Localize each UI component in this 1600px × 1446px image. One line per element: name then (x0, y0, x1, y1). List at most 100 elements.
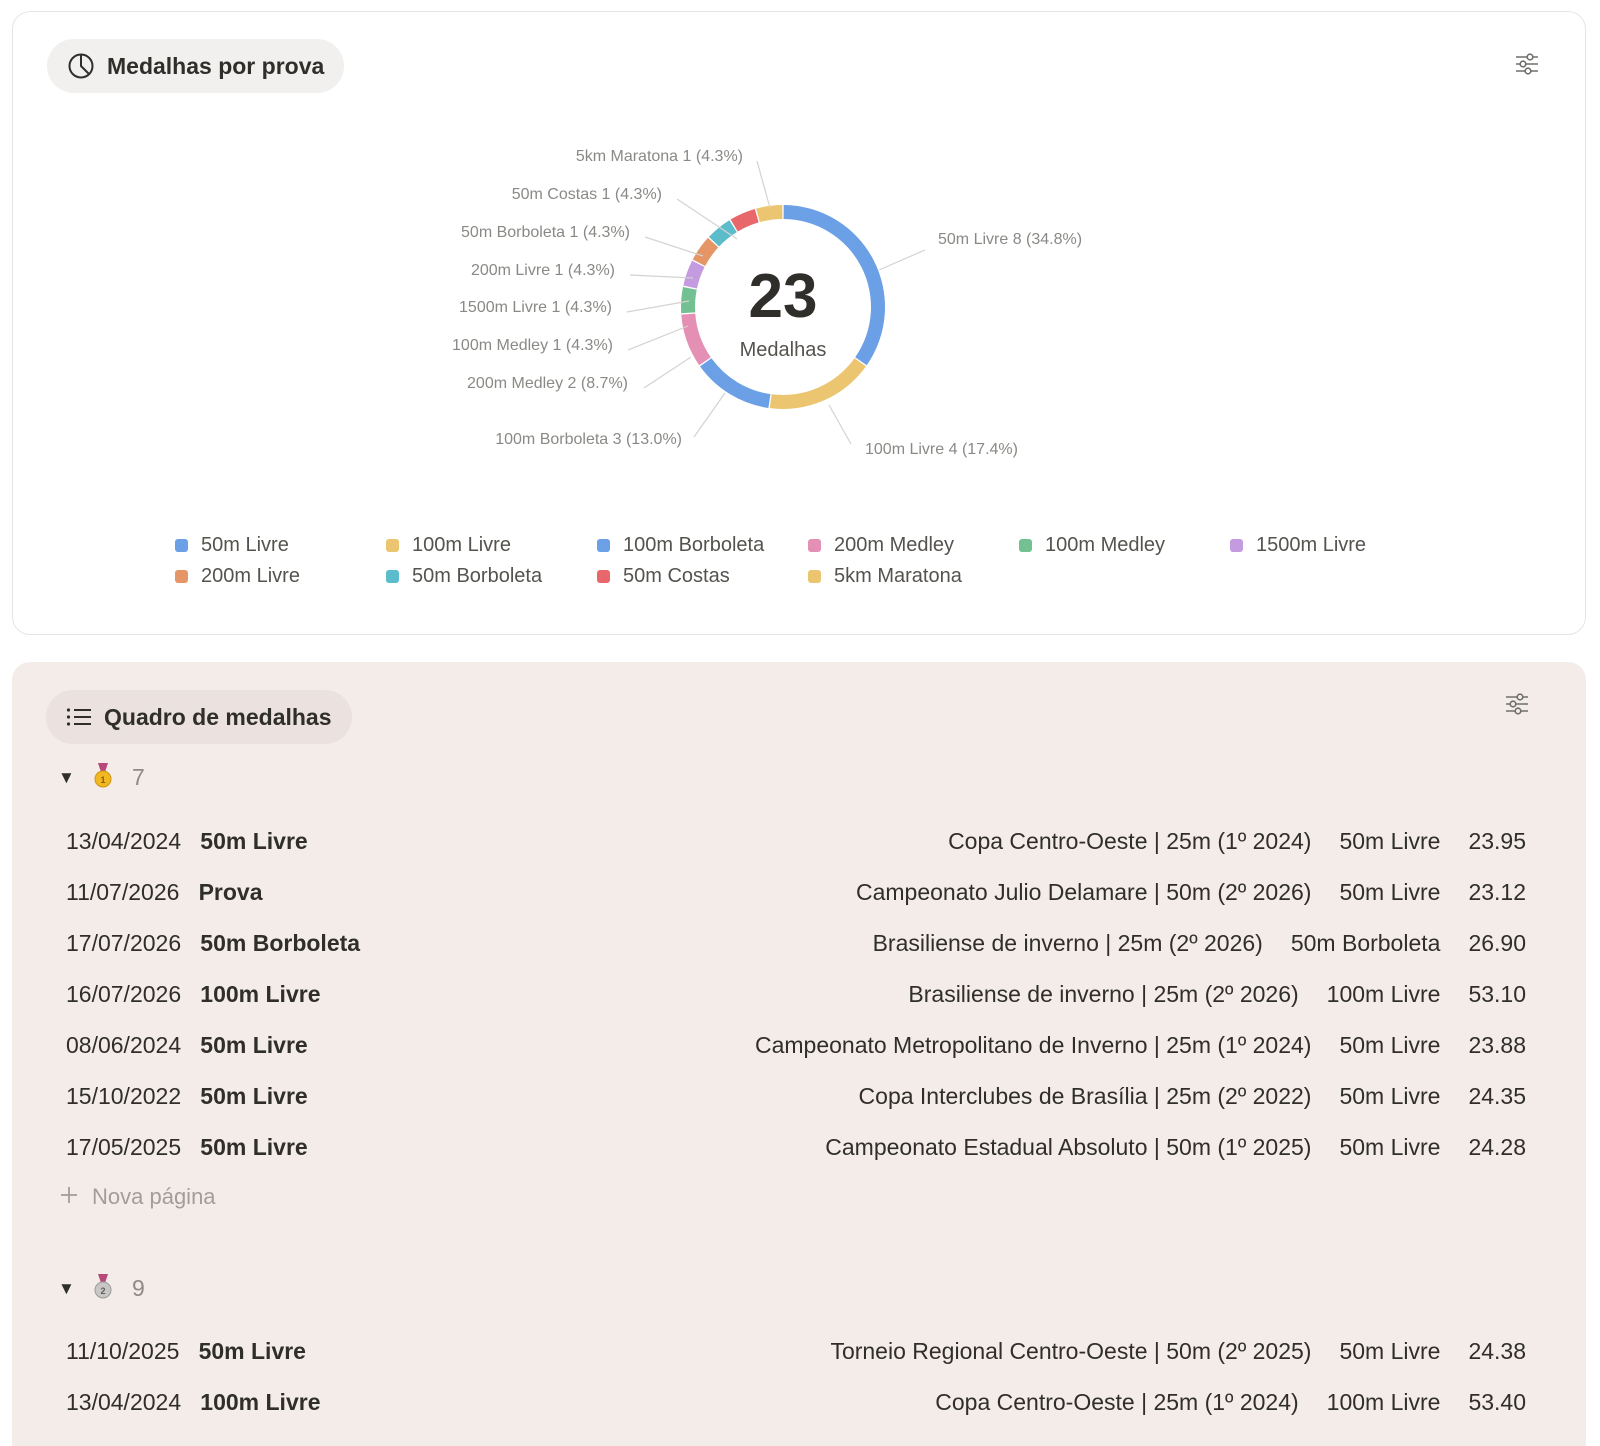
row-time: 53.40 (1468, 1389, 1526, 1415)
row-title[interactable]: 100m Livre (200, 1389, 320, 1415)
legend-label: 50m Livre (201, 534, 289, 556)
donut-slice[interactable] (681, 313, 711, 366)
row-title[interactable]: 50m Borboleta (200, 930, 360, 956)
legend-label: 100m Borboleta (623, 534, 765, 556)
legend-label: 200m Livre (201, 565, 300, 587)
new-page-button[interactable]: Nova página (60, 1184, 216, 1210)
slice-leader-line (643, 356, 692, 389)
row-title[interactable]: 50m Livre (200, 828, 307, 854)
legend-swatch (597, 539, 610, 552)
triangle-down-icon[interactable]: ▼ (58, 1279, 75, 1299)
legend-label: 100m Medley (1045, 534, 1166, 556)
gold-medal-icon: 1 (92, 762, 114, 793)
slice-label: 50m Livre 8 (34.8%) (938, 231, 1082, 248)
row-date: 11/07/2026 (66, 879, 180, 905)
legend-item[interactable]: 100m Borboleta (597, 534, 764, 557)
table-view-tab[interactable]: Quadro de medalhas (46, 690, 352, 744)
legend-swatch (1019, 539, 1032, 552)
legend-item[interactable]: 200m Livre (175, 565, 300, 588)
table-row[interactable]: 13/04/2024 100m Livre Copa Centro-Oeste … (66, 1389, 1526, 1429)
slice-label: 1500m Livre 1 (4.3%) (459, 299, 612, 316)
legend-swatch (175, 570, 188, 583)
row-time: 23.95 (1468, 828, 1526, 854)
donut-slice[interactable] (730, 208, 759, 232)
svg-text:1: 1 (100, 775, 105, 785)
sliders-icon (1505, 692, 1529, 720)
row-title[interactable]: 50m Livre (199, 1338, 306, 1364)
silver-medal-icon: 2 (92, 1273, 114, 1304)
legend-swatch (386, 570, 399, 583)
legend-swatch (1230, 539, 1243, 552)
legend-swatch (386, 539, 399, 552)
legend-swatch (597, 570, 610, 583)
table-row[interactable]: 17/07/2026 50m Borboleta Brasiliense de … (66, 930, 1526, 970)
legend-item[interactable]: 50m Livre (175, 534, 289, 557)
row-date: 16/07/2026 (66, 981, 182, 1007)
group-count: 7 (132, 764, 145, 790)
table-row[interactable]: 17/05/2025 50m Livre Campeonato Estadual… (66, 1134, 1526, 1174)
donut-slice[interactable] (700, 358, 771, 408)
table-view-card: Quadro de medalhas ▼ 1 7 13/04/2024 50m … (12, 662, 1586, 1446)
row-event: Torneio Regional Centro-Oeste | 50m (2º … (830, 1338, 1312, 1364)
table-settings-button[interactable] (1501, 690, 1533, 722)
row-date: 11/10/2025 (66, 1338, 180, 1364)
legend-item[interactable]: 100m Medley (1019, 534, 1165, 557)
row-prova: 50m Livre (1339, 1338, 1441, 1364)
row-date: 17/07/2026 (66, 930, 182, 956)
row-title[interactable]: 50m Livre (200, 1134, 307, 1160)
slice-label: 100m Livre 4 (17.4%) (865, 441, 1018, 458)
row-date: 17/05/2025 (66, 1134, 182, 1160)
row-event: Copa Centro-Oeste | 25m (1º 2024) (935, 1389, 1299, 1415)
row-title[interactable]: Prova (199, 879, 263, 905)
legend-item[interactable]: 100m Livre (386, 534, 511, 557)
slice-leader-line (828, 404, 852, 445)
legend-item[interactable]: 50m Borboleta (386, 565, 542, 588)
row-date: 15/10/2022 (66, 1083, 182, 1109)
donut-center-label: Medalhas (740, 339, 827, 361)
table-row[interactable]: 16/07/2026 100m Livre Brasiliense de inv… (66, 981, 1526, 1021)
donut-slice[interactable] (769, 358, 866, 410)
row-prova: 100m Livre (1326, 981, 1441, 1007)
donut-slice[interactable] (708, 220, 737, 247)
table-row[interactable]: 11/10/2025 50m Livre Torneio Regional Ce… (66, 1338, 1526, 1378)
list-icon (66, 706, 92, 728)
legend-item[interactable]: 5km Maratona (808, 565, 962, 588)
table-row[interactable]: 15/10/2022 50m Livre Copa Interclubes de… (66, 1083, 1526, 1123)
slice-label: 100m Medley 1 (4.3%) (452, 337, 613, 354)
row-prova: 50m Livre (1339, 1134, 1441, 1160)
chart-view-card: Medalhas por prova 50m Livre 8 (34.8%) 10… (12, 11, 1586, 635)
row-title[interactable]: 100m Livre (200, 981, 320, 1007)
row-prova: 50m Borboleta (1290, 930, 1441, 956)
legend-item[interactable]: 50m Costas (597, 565, 730, 588)
table-row[interactable]: 11/07/2026 Prova Campeonato Julio Delama… (66, 879, 1526, 919)
group-header-silver[interactable]: ▼ 2 9 (58, 1273, 145, 1304)
legend-label: 200m Medley (834, 534, 955, 556)
row-prova: 100m Livre (1326, 1389, 1441, 1415)
legend-item[interactable]: 1500m Livre (1230, 534, 1366, 557)
legend-label: 50m Borboleta (412, 565, 543, 587)
row-prova: 50m Livre (1339, 828, 1441, 854)
donut-slice[interactable] (681, 286, 697, 314)
group-count: 9 (132, 1275, 145, 1301)
row-time: 53.10 (1468, 981, 1526, 1007)
donut-slice[interactable] (683, 260, 705, 289)
row-time: 24.28 (1468, 1134, 1526, 1160)
slice-leader-line (627, 325, 689, 351)
legend-swatch (175, 539, 188, 552)
triangle-down-icon[interactable]: ▼ (58, 768, 75, 788)
row-event: Campeonato Estadual Absoluto | 50m (1º 2… (825, 1134, 1312, 1160)
table-row[interactable]: 08/06/2024 50m Livre Campeonato Metropol… (66, 1032, 1526, 1072)
slice-label: 200m Medley 2 (8.7%) (467, 375, 628, 392)
slice-label: 50m Costas 1 (4.3%) (512, 186, 662, 203)
legend-item[interactable]: 200m Medley (808, 534, 954, 557)
legend-label: 100m Livre (412, 534, 511, 556)
row-title[interactable]: 50m Livre (200, 1083, 307, 1109)
slice-label: 100m Borboleta 3 (13.0%) (495, 431, 682, 448)
legend-swatch (808, 570, 821, 583)
table-row[interactable]: 13/04/2024 50m Livre Copa Centro-Oeste |… (66, 828, 1526, 868)
group-header-gold[interactable]: ▼ 1 7 (58, 762, 145, 793)
row-title[interactable]: 50m Livre (200, 1032, 307, 1058)
row-event: Copa Centro-Oeste | 25m (1º 2024) (948, 828, 1312, 854)
donut-slice[interactable] (692, 237, 719, 266)
donut-center-value: 23 (749, 262, 818, 331)
